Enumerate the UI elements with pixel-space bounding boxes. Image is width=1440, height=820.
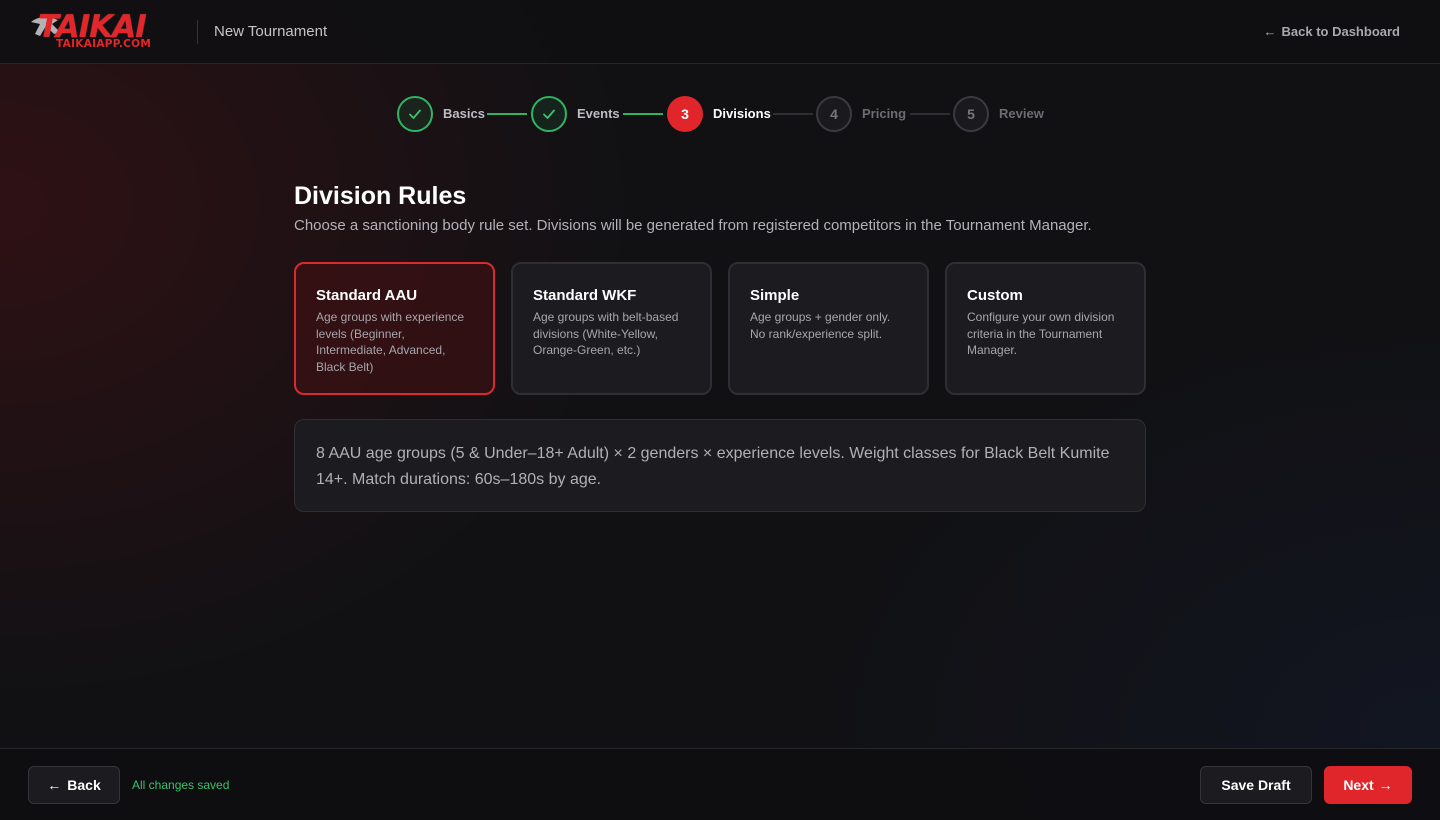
rule-card-title: Standard AAU (316, 287, 418, 304)
page-title: New Tournament (214, 23, 328, 40)
next-button[interactable]: Next → (1324, 766, 1412, 804)
save-status: All changes saved (132, 778, 230, 792)
step-pricing-label[interactable]: Pricing (862, 106, 906, 122)
check-icon (543, 109, 555, 119)
section-subtitle: Choose a sanctioning body rule set. Divi… (294, 217, 1092, 234)
back-button-label: Back (67, 777, 101, 793)
rule-card-description: Age groups with experience levels (Begin… (316, 310, 465, 375)
step-connector (623, 113, 663, 115)
arrow-left-icon: ← (47, 777, 62, 793)
rule-card-standard-wkf[interactable]: Standard WKF Age groups with belt-based … (511, 262, 712, 395)
step-events-label[interactable]: Events (577, 106, 620, 122)
back-button[interactable]: ← Back (28, 766, 120, 804)
rule-card-title: Custom (967, 287, 1023, 304)
step-review-label[interactable]: Review (999, 106, 1044, 122)
rule-card-description: Age groups with belt-based divisions (Wh… (533, 310, 679, 358)
rule-card-description: Configure your own division criteria in … (967, 310, 1115, 358)
top-header: TAIKAI TAIKAIAPP.COM New Tournament ← Ba… (0, 0, 1440, 64)
logo-domain: TAIKAIAPP.COM (56, 38, 152, 50)
step-divisions-number[interactable]: 3 (667, 96, 703, 132)
next-button-label: Next (1343, 777, 1374, 793)
step-connector (910, 113, 950, 115)
rule-card-title: Simple (750, 287, 800, 304)
step-pricing-number[interactable]: 4 (816, 96, 852, 132)
step-basics-label[interactable]: Basics (443, 106, 485, 122)
rule-card-title: Standard WKF (533, 287, 637, 304)
rule-card-simple[interactable]: Simple Age groups + gender only. No rank… (728, 262, 929, 395)
rule-set-details: 8 AAU age groups (5 & Under–18+ Adult) ×… (294, 419, 1146, 512)
save-draft-button[interactable]: Save Draft (1200, 766, 1312, 804)
step-connector (773, 113, 813, 115)
step-basics-check[interactable] (397, 96, 433, 132)
rule-card-standard-aau[interactable]: Standard AAU Age groups with experience … (294, 262, 495, 395)
step-events-check[interactable] (531, 96, 567, 132)
step-connector (487, 113, 527, 115)
arrow-right-icon: → (1378, 777, 1393, 793)
rule-card-description: Age groups + gender only. No rank/experi… (750, 310, 891, 341)
taikai-logo[interactable]: TAIKAI TAIKAIAPP.COM (28, 10, 182, 50)
back-to-dashboard-label: Back to Dashboard (1281, 24, 1400, 39)
check-icon (409, 109, 421, 119)
arrow-left-icon: ← (1263, 24, 1277, 39)
wizard-footer: ← Back All changes saved Save Draft Next… (0, 748, 1440, 820)
rule-card-custom[interactable]: Custom Configure your own division crite… (945, 262, 1146, 395)
step-divisions-label[interactable]: Divisions (713, 106, 771, 122)
step-review-number[interactable]: 5 (953, 96, 989, 132)
section-title: Division Rules (294, 182, 467, 210)
header-divider (197, 20, 198, 44)
back-to-dashboard-link[interactable]: ← Back to Dashboard (1264, 24, 1400, 40)
wizard-stepper: Basics Events 3 Divisions 4 Pricing 5 Re… (0, 96, 1440, 132)
